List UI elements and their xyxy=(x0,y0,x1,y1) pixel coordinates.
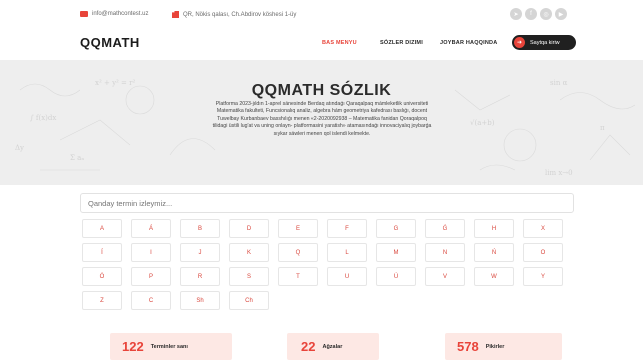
hero-description: Platforma 2023-jıldın 1-aprel sánesinde … xyxy=(212,101,432,137)
letter-button[interactable]: J xyxy=(180,243,220,262)
letter-button[interactable]: Sh xyxy=(180,291,220,310)
letter-button[interactable]: Ch xyxy=(229,291,269,310)
social-links: ➤ f ◎ ▶ xyxy=(510,8,567,20)
letter-button[interactable]: Ǵ xyxy=(425,219,465,238)
svg-text:∫ f(x)dx: ∫ f(x)dx xyxy=(30,114,56,122)
letter-button[interactable]: Z xyxy=(82,291,122,310)
search-input[interactable] xyxy=(80,193,574,213)
main-nav: QQMATH BAS MENYU SÓZLER DIZIMI JOYBAR HA… xyxy=(0,30,643,56)
letter-button[interactable]: V xyxy=(425,267,465,286)
letter-button[interactable]: W xyxy=(474,267,514,286)
mail-icon xyxy=(80,11,88,17)
nav-link-home[interactable]: BAS MENYU xyxy=(322,40,357,46)
letter-button[interactable]: T xyxy=(278,267,318,286)
letter-button[interactable]: K xyxy=(229,243,269,262)
stat-value: 578 xyxy=(457,339,479,354)
stat-terms-count: 122 Terminler sanı xyxy=(110,333,232,360)
letter-button[interactable]: Ń xyxy=(474,243,514,262)
stat-label: Terminler sanı xyxy=(150,343,188,350)
building-icon xyxy=(172,11,179,18)
letter-button[interactable]: L xyxy=(327,243,367,262)
letter-button[interactable]: Í xyxy=(82,243,122,262)
letter-button[interactable]: N xyxy=(425,243,465,262)
letter-button[interactable]: S xyxy=(229,267,269,286)
alphabet-grid: A Á B D E F G Ǵ H X Í I J K Q L M N Ń O … xyxy=(82,219,574,310)
svg-text:√(a+b): √(a+b) xyxy=(470,119,495,127)
stat-label: Pikirler xyxy=(485,343,505,350)
stat-comments-count: 578 Pikirler xyxy=(445,333,562,360)
site-logo[interactable]: QQMATH xyxy=(80,35,140,50)
svg-text:Σ aₙ: Σ aₙ xyxy=(70,154,84,162)
login-icon: ➜ xyxy=(514,37,525,48)
address-text: QR, Nökis qalası, Ch.Abdirov köshesi 1-ü… xyxy=(183,11,297,18)
svg-text:lim x→0: lim x→0 xyxy=(545,169,573,177)
letter-button[interactable]: Ó xyxy=(82,267,122,286)
facebook-icon[interactable]: f xyxy=(525,8,537,20)
login-label: Saytqa kiriw xyxy=(530,39,560,46)
letter-button[interactable]: I xyxy=(131,243,171,262)
letter-button[interactable]: R xyxy=(180,267,220,286)
letter-button[interactable]: Ú xyxy=(376,267,416,286)
nav-link-word-list[interactable]: SÓZLER DIZIMI xyxy=(380,40,423,46)
email-contact[interactable]: info@mathcontest.uz xyxy=(80,11,148,17)
letter-button[interactable]: G xyxy=(376,219,416,238)
letter-button[interactable]: H xyxy=(474,219,514,238)
letter-button[interactable]: C xyxy=(131,291,171,310)
letter-button[interactable]: A xyxy=(82,219,122,238)
email-text: info@mathcontest.uz xyxy=(92,11,149,17)
stat-value: 122 xyxy=(122,339,144,354)
stat-members-count: 22 Ağzalar xyxy=(287,333,379,360)
stat-label: Ağzalar xyxy=(322,343,343,350)
letter-button[interactable]: D xyxy=(229,219,269,238)
letter-button[interactable]: P xyxy=(131,267,171,286)
nav-link-about[interactable]: JOYBAR HAQQINDA xyxy=(440,40,497,46)
telegram-icon[interactable]: ➤ xyxy=(510,8,522,20)
letter-button[interactable]: E xyxy=(278,219,318,238)
instagram-icon[interactable]: ◎ xyxy=(540,8,552,20)
address-contact: QR, Nökis qalası, Ch.Abdirov köshesi 1-ü… xyxy=(172,11,296,18)
letter-button[interactable]: U xyxy=(327,267,367,286)
letter-button[interactable]: M xyxy=(376,243,416,262)
letter-button[interactable]: Q xyxy=(278,243,318,262)
letter-button[interactable]: Á xyxy=(131,219,171,238)
letter-button[interactable]: X xyxy=(523,219,563,238)
letter-button[interactable]: F xyxy=(327,219,367,238)
letter-button[interactable]: O xyxy=(523,243,563,262)
hero-title: QQMATH SÓZLIK xyxy=(251,82,392,99)
youtube-icon[interactable]: ▶ xyxy=(555,8,567,20)
letter-button[interactable]: B xyxy=(180,219,220,238)
stat-value: 22 xyxy=(301,339,316,354)
hero-banner: ∫ f(x)dx x² + y² = r² Σ aₙ √(a+b) sin α … xyxy=(0,60,643,185)
svg-text:Δy: Δy xyxy=(15,144,24,152)
svg-text:π: π xyxy=(600,124,605,132)
top-bar: info@mathcontest.uz QR, Nökis qalası, Ch… xyxy=(0,0,643,30)
login-button[interactable]: ➜ Saytqa kiriw xyxy=(512,35,576,50)
letter-button[interactable]: Y xyxy=(523,267,563,286)
